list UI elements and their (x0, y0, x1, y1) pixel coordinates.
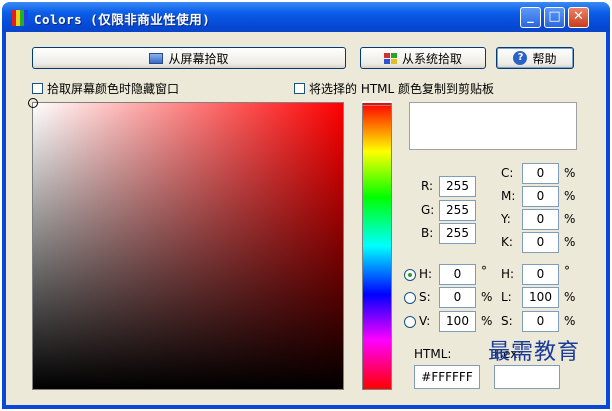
hsl-l-field[interactable]: 100 (522, 287, 559, 308)
hsv-h-label: H: (419, 267, 433, 281)
app-palette-icon (12, 10, 28, 26)
g-field[interactable]: 255 (439, 200, 476, 221)
saturation-value-picker[interactable] (28, 98, 344, 390)
hex-field[interactable] (494, 365, 560, 389)
m-field[interactable]: 0 (522, 186, 559, 207)
html-label: HTML: (414, 347, 452, 361)
hsl-h-unit: ° (564, 264, 570, 278)
hsl-l-unit: % (564, 290, 576, 304)
palette-grid-icon (383, 52, 397, 64)
monitor-icon (149, 52, 164, 64)
close-button[interactable]: ✕ (568, 7, 589, 28)
s-radio[interactable] (404, 292, 416, 304)
copy-html-label: 将选择的 HTML 颜色复制到剪贴板 (309, 82, 495, 96)
c-unit: % (564, 166, 576, 180)
k-unit: % (564, 235, 576, 249)
title-bar[interactable]: Colors (仅限非商业性使用) _ □ ✕ (2, 2, 610, 32)
hide-window-checkbox-box[interactable] (32, 83, 43, 94)
c-label: C: (501, 166, 514, 180)
hsl-s-field[interactable]: 0 (522, 311, 559, 332)
copy-html-checkbox[interactable]: 将选择的 HTML 颜色复制到剪贴板 (294, 80, 494, 97)
hsv-v-label: V: (419, 314, 431, 328)
r-label: R: (421, 179, 434, 193)
m-unit: % (564, 189, 576, 203)
y-unit: % (564, 212, 576, 226)
g-label: G: (421, 203, 435, 217)
hsl-h-field[interactable]: 0 (522, 264, 559, 285)
pick-from-system-button[interactable]: 从系统拾取 (360, 47, 486, 69)
maximize-button[interactable]: □ (544, 7, 565, 28)
hsv-v-unit: % (481, 314, 493, 328)
watermark: 最需教育 (488, 340, 581, 365)
hue-slider[interactable] (362, 101, 392, 390)
hide-window-checkbox[interactable]: 拾取屏幕颜色时隐藏窗口 (32, 80, 179, 97)
pick-from-screen-label: 从屏幕拾取 (168, 51, 229, 66)
hsv-s-unit: % (481, 290, 493, 304)
m-label: M: (501, 189, 516, 203)
v-radio[interactable] (404, 316, 416, 328)
hsl-s-label: S: (501, 314, 513, 328)
hsv-h-unit: ° (481, 264, 487, 278)
hsv-s-field[interactable]: 0 (439, 287, 476, 308)
minimize-button[interactable]: _ (520, 7, 541, 28)
hsv-v-field[interactable]: 100 (439, 311, 476, 332)
help-icon: ? (513, 51, 528, 65)
k-label: K: (501, 235, 513, 249)
html-color-field[interactable]: #FFFFFF (414, 365, 480, 389)
hsl-s-unit: % (564, 314, 576, 328)
y-label: Y: (501, 212, 511, 226)
k-field[interactable]: 0 (522, 232, 559, 253)
copy-html-checkbox-box[interactable] (294, 83, 305, 94)
b-field[interactable]: 255 (439, 223, 476, 244)
hsl-l-label: L: (501, 290, 512, 304)
sv-cursor[interactable] (28, 98, 38, 108)
hsv-s-label: S: (419, 290, 431, 304)
color-preview-swatch (409, 102, 577, 150)
help-button[interactable]: ? 帮助 (496, 47, 574, 69)
pick-from-screen-button[interactable]: 从屏幕拾取 (32, 47, 346, 69)
c-field[interactable]: 0 (522, 163, 559, 184)
pick-from-system-label: 从系统拾取 (401, 51, 462, 66)
hsl-h-label: H: (501, 267, 515, 281)
window-title: Colors (仅限非商业性使用) (34, 12, 211, 27)
h-radio[interactable] (404, 269, 416, 281)
help-label: 帮助 (532, 51, 557, 66)
hide-window-label: 拾取屏幕颜色时隐藏窗口 (47, 82, 180, 96)
hue-slider-handle[interactable] (362, 101, 392, 106)
b-label: B: (421, 226, 434, 240)
r-field[interactable]: 255 (439, 176, 476, 197)
hsv-h-field[interactable]: 0 (439, 264, 476, 285)
y-field[interactable]: 0 (522, 209, 559, 230)
